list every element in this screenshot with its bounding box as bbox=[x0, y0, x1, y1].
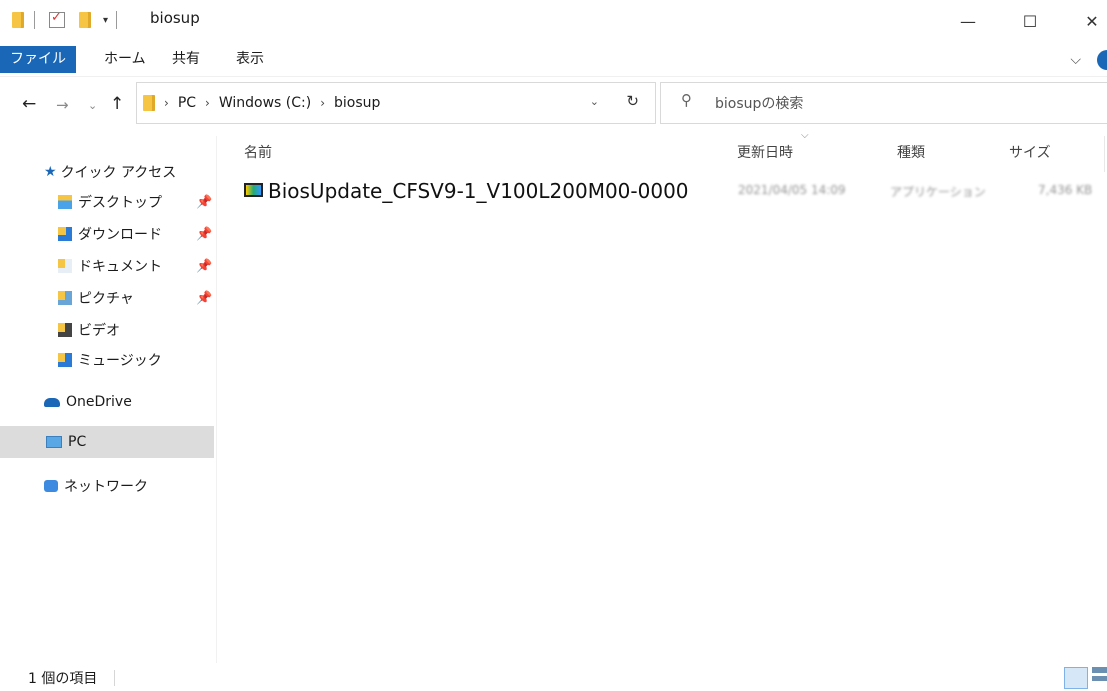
sidebar-item-network[interactable]: ネットワーク bbox=[0, 470, 214, 502]
folder-icon bbox=[143, 95, 155, 111]
sidebar-item-label: ネットワーク bbox=[64, 479, 148, 495]
file-date: 2021/04/05 14:09 bbox=[738, 183, 846, 197]
maximize-button[interactable]: ☐ bbox=[1010, 6, 1050, 36]
quick-access-toolbar: ▾ bbox=[12, 10, 118, 29]
star-icon: ★ bbox=[44, 164, 57, 180]
status-bar: 1 個の項目 bbox=[0, 663, 1107, 691]
sidebar-item-documents[interactable]: ドキュメント 📌 bbox=[0, 250, 214, 282]
chevron-down-icon[interactable]: ⌄ bbox=[590, 95, 599, 108]
documents-folder-icon bbox=[58, 259, 72, 273]
sidebar-item-downloads[interactable]: ダウンロード 📌 bbox=[0, 218, 214, 250]
back-arrow-icon[interactable]: ← bbox=[22, 94, 36, 114]
status-separator bbox=[114, 670, 115, 686]
search-icon: ⚲ bbox=[681, 91, 692, 109]
close-button[interactable]: ✕ bbox=[1072, 6, 1107, 36]
details-view-icon[interactable] bbox=[1064, 667, 1088, 689]
tab-file[interactable]: ファイル bbox=[0, 46, 76, 73]
item-count: 1 個の項目 bbox=[28, 671, 98, 687]
sidebar-item-videos[interactable]: ビデオ bbox=[0, 314, 214, 346]
sidebar-item-label: PC bbox=[68, 434, 87, 450]
window-title: biosup bbox=[150, 9, 200, 27]
column-header-size[interactable]: サイズ bbox=[1009, 142, 1051, 162]
toolbar-separator bbox=[116, 11, 118, 29]
column-header-date[interactable]: 更新日時 bbox=[737, 142, 793, 162]
tab-view[interactable]: 表示 bbox=[236, 46, 264, 73]
navigation-pane: ★ クイック アクセス デスクトップ 📌 ダウンロード 📌 ドキュメント 📌 ピ… bbox=[0, 136, 217, 663]
application-icon bbox=[244, 183, 263, 197]
sidebar-item-pictures[interactable]: ピクチャ 📌 bbox=[0, 282, 214, 314]
column-header-type[interactable]: 種類 bbox=[897, 142, 925, 162]
customize-toolbar-icon[interactable]: ▾ bbox=[103, 15, 108, 26]
breadcrumb-folder[interactable]: biosup bbox=[334, 95, 380, 111]
sidebar-item-music[interactable]: ミュージック bbox=[0, 344, 214, 376]
computer-icon bbox=[46, 436, 62, 448]
sidebar-item-label: ドキュメント bbox=[78, 259, 162, 275]
new-folder-icon[interactable] bbox=[79, 12, 91, 28]
videos-folder-icon bbox=[58, 323, 72, 337]
navigation-bar: ← → ⌄ ↑ › PC › Windows (C:) › biosup ⌄ ↻… bbox=[0, 80, 1107, 128]
up-arrow-icon[interactable]: ↑ bbox=[110, 94, 124, 114]
address-bar[interactable]: › PC › Windows (C:) › biosup ⌄ ↻ bbox=[136, 82, 656, 124]
breadcrumb-drive[interactable]: Windows (C:) bbox=[219, 95, 311, 111]
toolbar-separator bbox=[34, 11, 35, 29]
help-icon[interactable] bbox=[1097, 50, 1107, 70]
file-name[interactable]: BiosUpdate_CFSV9-1_V100L200M00-0000 bbox=[268, 179, 689, 203]
breadcrumb-pc[interactable]: PC bbox=[178, 95, 196, 111]
chevron-right-icon[interactable]: › bbox=[164, 96, 169, 110]
sidebar-item-label: デスクトップ bbox=[78, 195, 162, 211]
sort-indicator-icon: ⌵ bbox=[801, 130, 809, 141]
expand-ribbon-icon[interactable]: ⌵ bbox=[1070, 52, 1081, 68]
pin-icon[interactable]: 📌 bbox=[196, 195, 212, 210]
cloud-icon bbox=[44, 397, 60, 407]
sidebar-item-quick-access[interactable]: ★ クイック アクセス bbox=[0, 156, 214, 188]
sidebar-item-desktop[interactable]: デスクトップ 📌 bbox=[0, 186, 214, 218]
file-size: 7,436 KB bbox=[1038, 183, 1093, 197]
file-row[interactable]: BiosUpdate_CFSV9-1_V100L200M00-0000 2021… bbox=[238, 174, 1107, 208]
column-separator[interactable] bbox=[1104, 136, 1105, 172]
chevron-right-icon[interactable]: › bbox=[205, 96, 210, 110]
refresh-icon[interactable]: ↻ bbox=[626, 92, 639, 110]
music-folder-icon bbox=[58, 353, 72, 367]
forward-arrow-icon[interactable]: → bbox=[56, 96, 69, 114]
sidebar-item-onedrive[interactable]: OneDrive bbox=[0, 386, 214, 418]
pin-icon[interactable]: 📌 bbox=[196, 227, 212, 242]
tab-home[interactable]: ホーム bbox=[104, 46, 146, 73]
column-header-name[interactable]: 名前 bbox=[244, 142, 272, 162]
ribbon: ファイル ホーム 共有 表示 ⌵ bbox=[0, 46, 1107, 77]
downloads-folder-icon bbox=[58, 227, 72, 241]
sidebar-item-label: ミュージック bbox=[78, 353, 162, 369]
chevron-right-icon[interactable]: › bbox=[320, 96, 325, 110]
sidebar-item-label: OneDrive bbox=[66, 394, 132, 410]
search-box[interactable]: ⚲ bbox=[660, 82, 1107, 124]
network-icon bbox=[44, 480, 58, 492]
file-list: 名前 ⌵ 更新日時 種類 サイズ BiosUpdate_CFSV9-1_V100… bbox=[218, 130, 1107, 663]
file-type: アプリケーション bbox=[890, 185, 986, 199]
title-bar: ▾ biosup — ☐ ✕ bbox=[0, 0, 1107, 46]
desktop-folder-icon bbox=[58, 195, 72, 209]
search-input[interactable] bbox=[713, 92, 1097, 116]
pin-icon[interactable]: 📌 bbox=[196, 259, 212, 274]
sidebar-item-label: ダウンロード bbox=[78, 227, 162, 243]
pin-icon[interactable]: 📌 bbox=[196, 291, 212, 306]
sidebar-item-label: クイック アクセス bbox=[60, 165, 177, 181]
folder-icon bbox=[12, 12, 24, 28]
sidebar-item-pc[interactable]: PC bbox=[0, 426, 214, 458]
pictures-folder-icon bbox=[58, 291, 72, 305]
sidebar-item-label: ピクチャ bbox=[78, 291, 134, 307]
large-icons-view-icon[interactable] bbox=[1092, 667, 1107, 687]
recent-locations-chevron-icon[interactable]: ⌄ bbox=[88, 99, 97, 112]
breadcrumb: › PC › Windows (C:) › biosup bbox=[155, 95, 380, 111]
sidebar-item-label: ビデオ bbox=[78, 323, 120, 339]
tab-share[interactable]: 共有 bbox=[172, 46, 200, 73]
minimize-button[interactable]: — bbox=[948, 6, 988, 36]
properties-icon[interactable] bbox=[49, 10, 65, 28]
